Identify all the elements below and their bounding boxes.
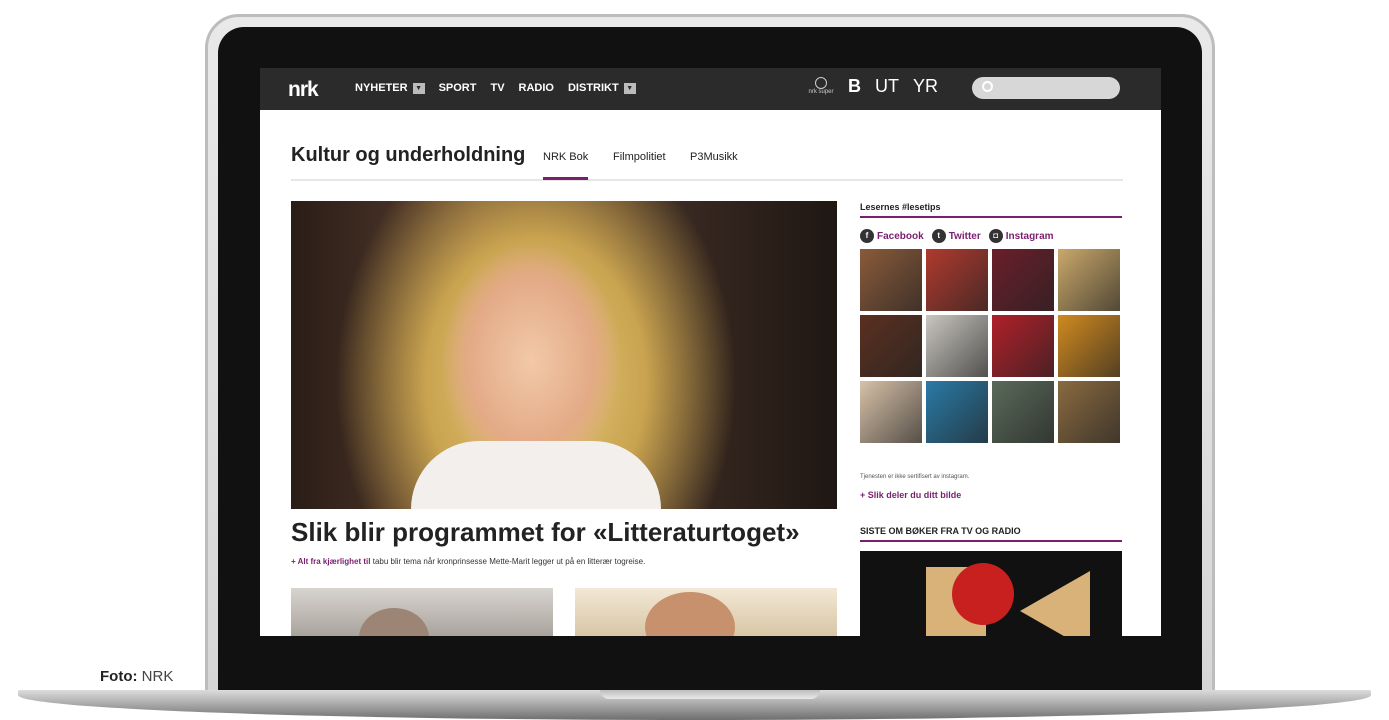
- thumbnail-person: [645, 592, 735, 636]
- hero-image[interactable]: [291, 201, 837, 509]
- instagram-photo[interactable]: [860, 381, 922, 443]
- article-headline[interactable]: Slik blir programmet for «Litteraturtoge…: [291, 517, 800, 548]
- instagram-photo[interactable]: [926, 381, 988, 443]
- instagram-photo[interactable]: [992, 315, 1054, 377]
- instagram-photo[interactable]: [1058, 381, 1120, 443]
- nav-label: DISTRIKT: [567, 82, 619, 94]
- nav-item-tv[interactable]: TV: [490, 82, 504, 94]
- search-icon: [982, 81, 993, 92]
- main-nav: NYHETER ▼ SPORT TV RADIO DISTRIKT ▼: [355, 82, 636, 94]
- nrk-logo[interactable]: nrk: [288, 78, 319, 102]
- section-title: Kultur og underholdning: [291, 144, 526, 166]
- instagram-photo[interactable]: [860, 249, 922, 311]
- feature-graphic-circle: [952, 563, 1014, 625]
- nav-label: TV: [490, 82, 505, 94]
- article-lead: + Alt fra kjærlighet til tabu blir tema …: [291, 557, 645, 566]
- chevron-down-icon: ▼: [623, 82, 636, 94]
- nav-label: NYHETER: [355, 82, 408, 94]
- nav-item-sport[interactable]: SPORT: [439, 82, 477, 94]
- instagram-photo[interactable]: [1058, 249, 1120, 311]
- photo-credit: Foto: NRK: [100, 668, 173, 685]
- share-photo-link[interactable]: + Slik deler du ditt bilde: [860, 490, 961, 500]
- photo-credit-source: NRK: [141, 668, 174, 685]
- article-thumbnail[interactable]: [575, 588, 837, 636]
- sidebar-title: Lesernes #lesetips: [860, 202, 1122, 218]
- feature-graphic-k: [1020, 571, 1090, 636]
- tab-nrk-bok[interactable]: NRK Bok: [543, 151, 589, 180]
- twitter-link[interactable]: t Twitter: [931, 229, 981, 243]
- instagram-photo[interactable]: [1058, 315, 1120, 377]
- lead-link[interactable]: + Alt fra kjærlighet til: [291, 557, 371, 566]
- instagram-photo[interactable]: [992, 249, 1054, 311]
- facebook-icon: f: [860, 229, 874, 243]
- tab-filmpolitiet[interactable]: Filmpolitiet: [613, 151, 666, 177]
- nrk-super-link[interactable]: nrk super: [808, 77, 834, 96]
- nav-label: RADIO: [518, 82, 554, 94]
- hero-image-detail: [411, 441, 661, 509]
- sidebar-section-title: SISTE OM BØKER FRA TV OG RADIO: [860, 526, 1122, 542]
- instagram-link[interactable]: ◘ Instagram: [988, 229, 1054, 243]
- laptop-notch: [600, 690, 820, 699]
- nrk-super-label: nrk super: [808, 89, 834, 95]
- instagram-icon: ◘: [988, 229, 1003, 243]
- browser-screen: nrk NYHETER ▼ SPORT TV RADIO DISTRIKT ▼ nr…: [260, 68, 1161, 636]
- nav-item-nyheter[interactable]: NYHETER ▼: [355, 82, 425, 94]
- header-tools: nrk super B UT YR: [808, 76, 938, 97]
- ut-link[interactable]: UT: [875, 76, 899, 97]
- facebook-label: Facebook: [877, 230, 924, 242]
- yr-link[interactable]: YR: [913, 76, 938, 97]
- chevron-down-icon: ▼: [412, 82, 425, 94]
- lead-text: tabu blir tema når kronprinsesse Mette-M…: [370, 557, 646, 566]
- sidebar-feature-image[interactable]: [860, 551, 1122, 636]
- instagram-note: Tjenesten er ikke sertifisert av instagr…: [860, 474, 970, 480]
- article-thumbnail[interactable]: [291, 588, 553, 636]
- smiley-icon: [815, 77, 827, 89]
- social-links: f Facebook t Twitter ◘ Instagram: [860, 229, 1054, 243]
- nav-item-distrikt[interactable]: DISTRIKT ▼: [568, 82, 636, 94]
- twitter-icon: t: [931, 229, 946, 243]
- instagram-photo[interactable]: [860, 315, 922, 377]
- instagram-photo[interactable]: [926, 249, 988, 311]
- ub-link[interactable]: B: [848, 76, 861, 97]
- nav-label: SPORT: [438, 82, 477, 94]
- instagram-photo-grid: [860, 249, 1120, 443]
- instagram-label: Instagram: [1005, 230, 1054, 242]
- facebook-link[interactable]: f Facebook: [860, 229, 924, 243]
- thumbnail-person: [359, 608, 429, 636]
- search-input[interactable]: [998, 80, 1112, 98]
- nav-item-radio[interactable]: RADIO: [519, 82, 554, 94]
- search-box[interactable]: [972, 77, 1120, 99]
- section-header: Kultur og underholdning NRK Bok Filmpoli…: [291, 144, 1123, 181]
- tab-p3musikk[interactable]: P3Musikk: [690, 151, 738, 177]
- photo-credit-prefix: Foto:: [100, 668, 138, 685]
- instagram-photo[interactable]: [926, 315, 988, 377]
- instagram-photo[interactable]: [992, 381, 1054, 443]
- top-navigation-bar: nrk NYHETER ▼ SPORT TV RADIO DISTRIKT ▼ nr…: [260, 68, 1161, 110]
- twitter-label: Twitter: [948, 230, 981, 242]
